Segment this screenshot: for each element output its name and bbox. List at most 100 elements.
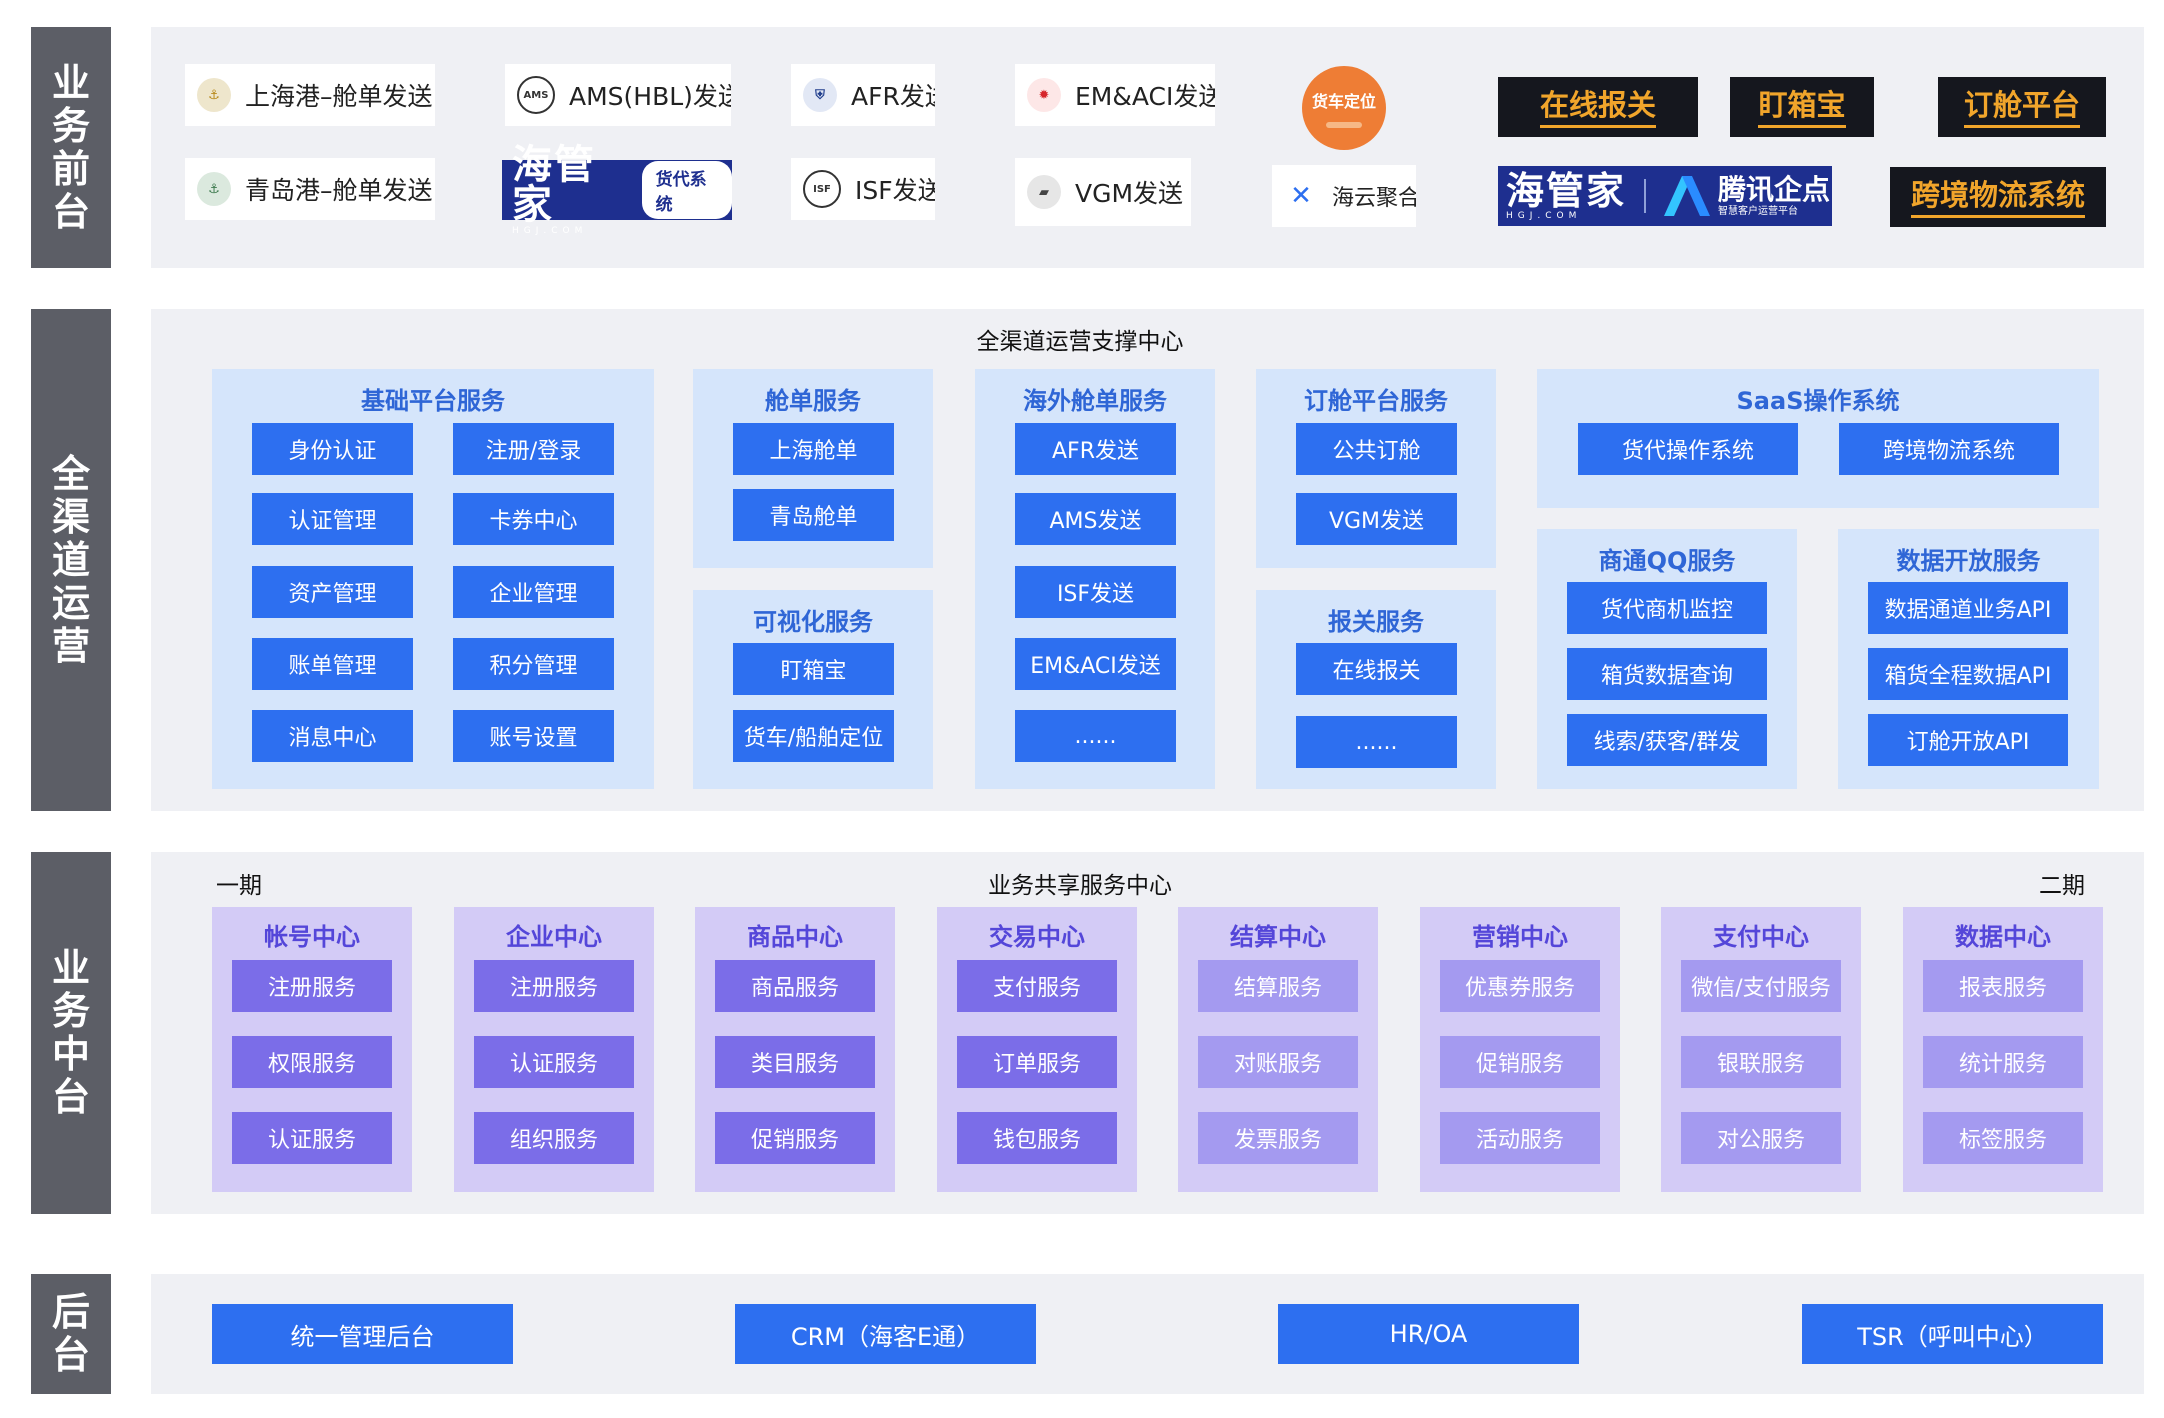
truck-location-label: 货车定位 xyxy=(1311,92,1376,111)
ship-icon: ⚓ xyxy=(197,78,231,112)
base-item[interactable]: 身份认证 xyxy=(252,423,413,475)
tile-haiyun[interactable]: ✕ 海云聚合 xyxy=(1272,165,1416,227)
service-item[interactable]: 类目服务 xyxy=(715,1036,875,1088)
online-customs-button[interactable]: 在线报关 xyxy=(1498,77,1698,137)
tile-ams-hbl[interactable]: AMS AMS(HBL)发送 xyxy=(505,64,731,126)
service-item[interactable]: 银联服务 xyxy=(1681,1036,1841,1088)
cabin-item[interactable]: 青岛舱单 xyxy=(733,489,894,541)
ams-icon: AMS xyxy=(517,76,555,114)
tile-label: 海云聚合 xyxy=(1332,186,1416,211)
service-center-title: 营销中心 xyxy=(1472,923,1568,951)
hgj-freight-logo[interactable]: 海管家 HGJ.COM 货代系统 xyxy=(502,144,732,235)
overseas-item[interactable]: ISF发送 xyxy=(1015,566,1176,618)
service-item[interactable]: 组织服务 xyxy=(474,1112,634,1164)
service-center-title: 帐号中心 xyxy=(264,923,360,951)
service-item[interactable]: 对公服务 xyxy=(1681,1112,1841,1164)
service-item[interactable]: 优惠券服务 xyxy=(1440,960,1600,1012)
cross-border-logistics-label: 跨境物流系统 xyxy=(1910,177,2085,218)
service-item[interactable]: 订单服务 xyxy=(957,1036,1117,1088)
service-item[interactable]: 统计服务 xyxy=(1923,1036,2083,1088)
truck-location-badge[interactable]: 货车定位 xyxy=(1302,66,1386,150)
base-item[interactable]: 账单管理 xyxy=(252,638,413,690)
section-title: 报关服务 xyxy=(1328,608,1424,636)
service-item[interactable]: 注册服务 xyxy=(232,960,392,1012)
open-item[interactable]: 箱货全程数据API xyxy=(1868,648,2068,700)
service-item[interactable]: 促销服务 xyxy=(1440,1036,1600,1088)
base-item[interactable]: 企业管理 xyxy=(453,566,614,618)
middle-title: 业务共享服务中心 xyxy=(988,873,1172,899)
booking-item[interactable]: 公共订舱 xyxy=(1296,423,1457,475)
service-item[interactable]: 认证服务 xyxy=(232,1112,392,1164)
section-title: 数据开放服务 xyxy=(1896,547,2041,575)
service-item[interactable]: 标签服务 xyxy=(1923,1112,2083,1164)
overseas-item[interactable]: AMS发送 xyxy=(1015,493,1176,545)
backend-tsr-button[interactable]: TSR（呼叫中心） xyxy=(1802,1304,2103,1364)
layer-label-text: 业务前台 xyxy=(51,60,90,234)
saas-item[interactable]: 货代操作系统 xyxy=(1578,423,1798,475)
tile-vgm[interactable]: ▰ VGM发送 xyxy=(1015,158,1191,226)
booking-item[interactable]: VGM发送 xyxy=(1296,493,1457,545)
service-item[interactable]: 微信/支付服务 xyxy=(1681,960,1841,1012)
service-item[interactable]: 促销服务 xyxy=(715,1112,875,1164)
tile-em-aci[interactable]: ✹ EM&ACI发送 xyxy=(1015,64,1215,126)
haiyun-logo-icon: ✕ xyxy=(1284,179,1318,213)
layer-label-middle: 业务中台 xyxy=(31,852,111,1214)
ship-icon: ⚓ xyxy=(197,172,231,206)
truck-badge-bar xyxy=(1326,122,1362,128)
tile-shanghai-manifest[interactable]: ⚓ 上海港–舱单发送 xyxy=(185,64,435,126)
service-item[interactable]: 发票服务 xyxy=(1198,1112,1358,1164)
open-item[interactable]: 数据通道业务API xyxy=(1868,582,2068,634)
qq-item[interactable]: 货代商机监控 xyxy=(1567,582,1767,634)
tile-qingdao-manifest[interactable]: ⚓ 青岛港–舱单发送 xyxy=(185,158,435,220)
service-item[interactable]: 结算服务 xyxy=(1198,960,1358,1012)
overseas-item[interactable]: EM&ACI发送 xyxy=(1015,638,1176,690)
base-item[interactable]: 卡券中心 xyxy=(453,493,614,545)
hgj-logo-sub: HGJ.COM xyxy=(512,225,588,236)
saas-item[interactable]: 跨境物流系统 xyxy=(1839,423,2059,475)
service-center-title: 企业中心 xyxy=(506,923,602,951)
overseas-item[interactable]: ...... xyxy=(1015,710,1176,762)
backend-crm-button[interactable]: CRM（海客E通） xyxy=(735,1304,1036,1364)
cross-border-logistics-button[interactable]: 跨境物流系统 xyxy=(1890,167,2106,227)
service-item[interactable]: 钱包服务 xyxy=(957,1112,1117,1164)
phase-two-label: 二期 xyxy=(2039,873,2085,899)
customs-item[interactable]: ...... xyxy=(1296,716,1457,768)
tile-isf[interactable]: ISF ISF发送 xyxy=(791,158,935,220)
backend-admin-button[interactable]: 统一管理后台 xyxy=(212,1304,513,1364)
base-item[interactable]: 注册/登录 xyxy=(453,423,614,475)
visual-item[interactable]: 货车/船舶定位 xyxy=(733,710,894,762)
booking-platform-button[interactable]: 订舱平台 xyxy=(1938,77,2106,137)
section-title: 商通QQ服务 xyxy=(1598,547,1736,575)
base-item[interactable]: 资产管理 xyxy=(252,566,413,618)
qq-item[interactable]: 箱货数据查询 xyxy=(1567,648,1767,700)
service-center-title: 交易中心 xyxy=(989,923,1085,951)
shield-icon: ⛨ xyxy=(803,78,837,112)
box-tracker-button[interactable]: 盯箱宝 xyxy=(1730,77,1874,137)
layer-label-front: 业务前台 xyxy=(31,27,111,268)
base-item[interactable]: 消息中心 xyxy=(252,710,413,762)
qq-item[interactable]: 线索/获客/群发 xyxy=(1567,714,1767,766)
base-item[interactable]: 认证管理 xyxy=(252,493,413,545)
service-item[interactable]: 对账服务 xyxy=(1198,1036,1358,1088)
hgj-logo-text: 海管家 xyxy=(512,140,596,228)
overseas-item[interactable]: AFR发送 xyxy=(1015,423,1176,475)
service-center: 结算中心 结算服务 对账服务 发票服务 xyxy=(1178,907,1378,1192)
service-item[interactable]: 支付服务 xyxy=(957,960,1117,1012)
service-item[interactable]: 认证服务 xyxy=(474,1036,634,1088)
visual-item[interactable]: 盯箱宝 xyxy=(733,643,894,695)
customs-item[interactable]: 在线报关 xyxy=(1296,643,1457,695)
service-item[interactable]: 注册服务 xyxy=(474,960,634,1012)
hgj-tencent-logo[interactable]: 海管家 HGJ.COM 腾讯企点 智慧客户运营平台 xyxy=(1498,166,1832,226)
open-item[interactable]: 订舱开放API xyxy=(1868,714,2068,766)
service-center-title: 支付中心 xyxy=(1713,923,1809,951)
base-item[interactable]: 积分管理 xyxy=(453,638,614,690)
service-item[interactable]: 权限服务 xyxy=(232,1036,392,1088)
logo-divider xyxy=(1644,179,1647,213)
base-item[interactable]: 账号设置 xyxy=(453,710,614,762)
service-item[interactable]: 报表服务 xyxy=(1923,960,2083,1012)
service-item[interactable]: 活动服务 xyxy=(1440,1112,1600,1164)
tile-afr[interactable]: ⛨ AFR发送 xyxy=(791,64,935,126)
backend-hr-button[interactable]: HR/OA xyxy=(1278,1304,1579,1364)
cabin-item[interactable]: 上海舱单 xyxy=(733,423,894,475)
service-item[interactable]: 商品服务 xyxy=(715,960,875,1012)
